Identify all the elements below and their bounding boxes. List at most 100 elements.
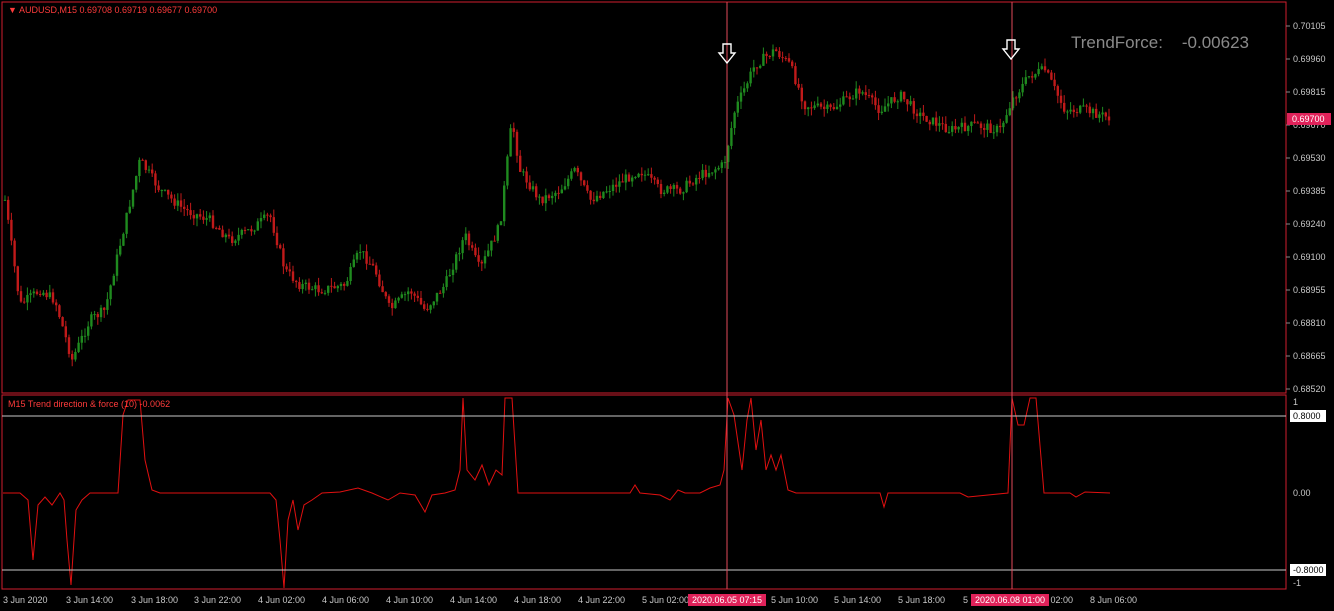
candle-body bbox=[576, 167, 579, 173]
candle-body bbox=[759, 65, 762, 68]
candle-body bbox=[1008, 108, 1011, 116]
candle-body bbox=[919, 112, 922, 117]
indicator-tick-label: 0.8000 bbox=[1293, 411, 1321, 421]
candle-body bbox=[1015, 97, 1018, 99]
candle-body bbox=[279, 245, 282, 249]
time-tick-label: 8 Jun 06:00 bbox=[1090, 595, 1137, 605]
candle-body bbox=[291, 271, 295, 281]
candle-body bbox=[855, 88, 858, 99]
candle-body bbox=[1040, 66, 1043, 69]
candle-body bbox=[599, 195, 602, 198]
candle-body bbox=[378, 274, 381, 287]
candle-body bbox=[563, 186, 567, 190]
candle-body bbox=[87, 326, 90, 336]
candle-body bbox=[733, 112, 736, 129]
candle-body bbox=[1088, 106, 1091, 114]
candle-body bbox=[151, 169, 154, 174]
candle-body bbox=[714, 169, 717, 173]
candle-body bbox=[368, 263, 371, 265]
candle-body bbox=[173, 198, 176, 206]
candle-body bbox=[1079, 105, 1082, 113]
candle-body bbox=[976, 122, 979, 124]
candle-body bbox=[535, 186, 538, 198]
candle-body bbox=[967, 126, 970, 132]
price-axis: 0.701050.699600.698150.696700.695300.693… bbox=[1286, 21, 1331, 394]
candle-body bbox=[346, 281, 349, 286]
candle-body bbox=[263, 214, 266, 219]
candle-body bbox=[951, 126, 954, 132]
candle-body bbox=[64, 326, 67, 338]
candle-body bbox=[592, 199, 595, 202]
candle-body bbox=[503, 185, 506, 222]
candle-body bbox=[67, 337, 71, 354]
candle-body bbox=[467, 233, 471, 246]
candle-body bbox=[771, 49, 775, 57]
price-tick-label: 0.69240 bbox=[1293, 219, 1326, 229]
time-tick-label: 4 Jun 18:00 bbox=[514, 595, 561, 605]
candle-body bbox=[224, 234, 227, 238]
indicator-tick-label: -0.8000 bbox=[1293, 565, 1324, 575]
candle-body bbox=[442, 286, 445, 294]
current-price-label: 0.69700 bbox=[1292, 114, 1325, 124]
candle-body bbox=[858, 88, 861, 94]
candle-body bbox=[615, 184, 618, 187]
candle-body bbox=[269, 215, 272, 218]
candle-body bbox=[48, 292, 51, 298]
indicator-tick-label: -1 bbox=[1293, 578, 1301, 588]
candle-body bbox=[957, 126, 960, 130]
candle-body bbox=[653, 177, 656, 180]
candle-body bbox=[83, 335, 87, 337]
candle-body bbox=[595, 195, 599, 202]
candle-body bbox=[301, 284, 304, 290]
time-tick-label: 3 Jun 2020 bbox=[3, 595, 48, 605]
time-tick-label: 4 Jun 14:00 bbox=[450, 595, 497, 605]
candle-body bbox=[208, 215, 211, 219]
candle-body bbox=[899, 91, 903, 102]
candle-body bbox=[339, 283, 343, 287]
candle-body bbox=[627, 174, 631, 182]
candle-body bbox=[1069, 109, 1072, 112]
candle-body bbox=[826, 104, 829, 109]
candle-body bbox=[247, 229, 250, 231]
candle-body bbox=[285, 266, 288, 270]
indicator-axis: 1 0.8000 0.00 -0.8000 -1 bbox=[1290, 397, 1326, 588]
time-tick-label: 5 Jun 18:00 bbox=[898, 595, 945, 605]
candle-body bbox=[743, 88, 746, 93]
candle-body bbox=[720, 162, 723, 168]
price-panel[interactable] bbox=[1, 1, 1287, 394]
candle-body bbox=[643, 174, 647, 176]
price-tick-label: 0.68665 bbox=[1293, 351, 1326, 361]
candle-body bbox=[199, 214, 202, 217]
candle-body bbox=[141, 159, 144, 161]
candle-body bbox=[931, 117, 935, 125]
candle-body bbox=[10, 219, 13, 241]
candle-body bbox=[51, 292, 55, 303]
candle-body bbox=[237, 234, 240, 241]
candle-body bbox=[634, 176, 637, 178]
candle-body bbox=[1005, 115, 1008, 123]
candle-body bbox=[93, 314, 96, 316]
candle-body bbox=[359, 251, 362, 253]
candle-body bbox=[663, 192, 666, 195]
candle-body bbox=[749, 71, 752, 84]
price-tick-label: 0.69960 bbox=[1293, 54, 1326, 64]
candle-body bbox=[163, 189, 167, 191]
candle-body bbox=[925, 115, 928, 122]
candle-body bbox=[819, 103, 823, 107]
candle-body bbox=[282, 248, 285, 267]
collapse-triangle-icon[interactable]: ▼ bbox=[8, 5, 17, 15]
candle-body bbox=[679, 188, 682, 194]
candle-body bbox=[483, 256, 487, 264]
trading-chart[interactable]: 0.701050.699600.698150.696700.695300.693… bbox=[0, 0, 1334, 611]
candle-body bbox=[618, 181, 621, 187]
candle-body bbox=[487, 250, 490, 257]
candle-body bbox=[979, 123, 983, 128]
candle-body bbox=[739, 92, 743, 102]
candle-body bbox=[192, 215, 195, 219]
candle-body bbox=[816, 103, 819, 106]
candle-body bbox=[403, 294, 407, 296]
candle-body bbox=[16, 266, 19, 292]
candle-body bbox=[410, 291, 413, 294]
indicator-tick-label: 0.00 bbox=[1293, 488, 1311, 498]
candle-body bbox=[883, 106, 887, 112]
